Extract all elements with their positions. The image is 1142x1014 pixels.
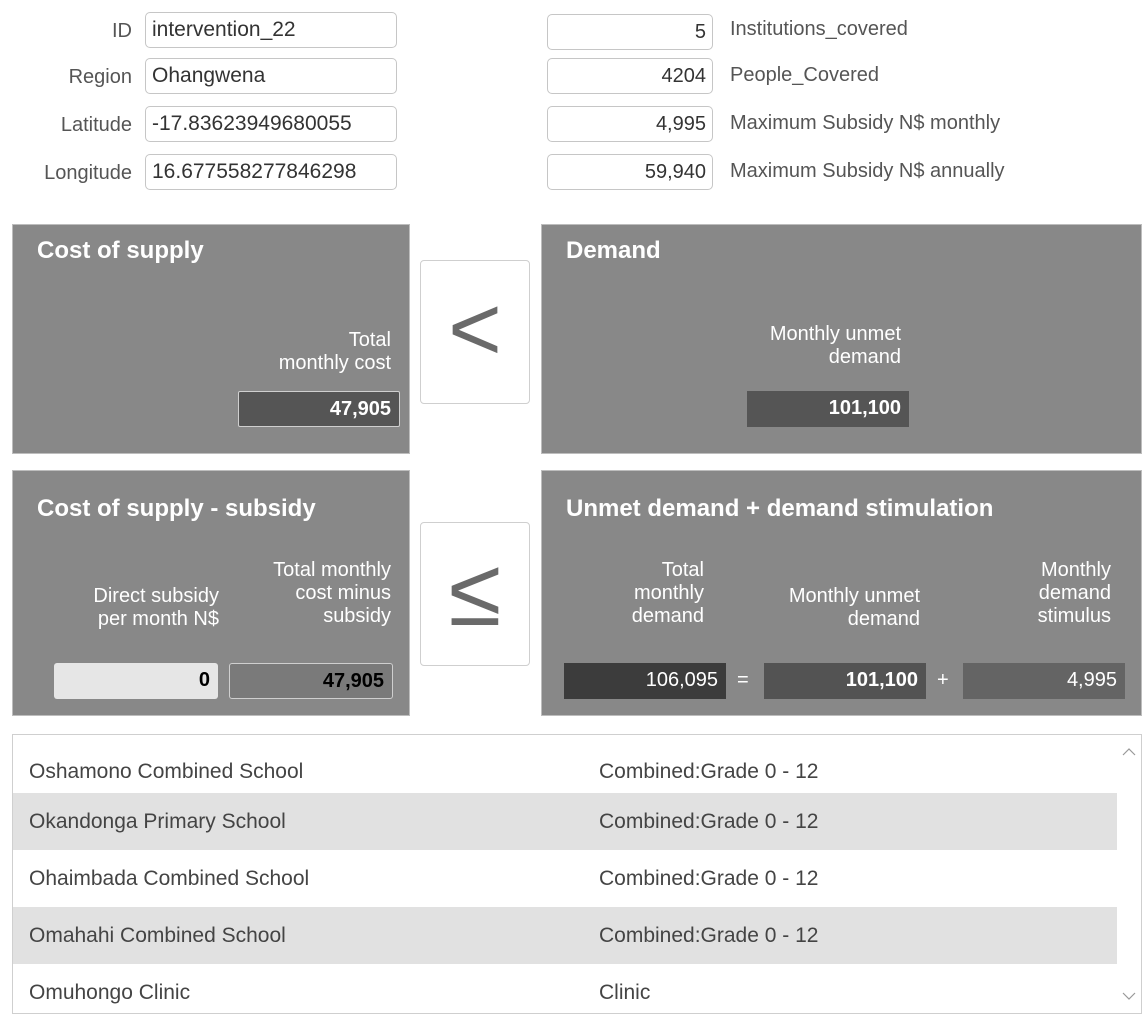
- subsidy-monthly-field[interactable]: 4,995: [547, 106, 713, 142]
- total-monthly-demand-value: 106,095: [564, 663, 726, 699]
- monthly-unmet-demand-label: Monthly unmet demand: [769, 323, 901, 368]
- institutions-covered-field[interactable]: 5: [547, 14, 713, 50]
- institution-type: Combined:Grade 0 - 12: [599, 867, 819, 890]
- monthly-unmet-demand-label: Monthly unmet demand: [788, 585, 920, 630]
- subsidy-monthly-label: Maximum Subsidy N$ monthly: [730, 112, 1001, 134]
- total-monthly-demand-label: Total monthly demand: [631, 559, 704, 627]
- panel-title: Cost of supply - subsidy: [37, 495, 316, 522]
- longitude-field[interactable]: 16.677558277846298: [145, 154, 397, 190]
- id-field[interactable]: intervention_22: [145, 12, 397, 48]
- demand-stimulation-panel: Unmet demand + demand stimulation Total …: [541, 470, 1142, 716]
- monthly-demand-stimulus-label: Monthly demand stimulus: [1037, 559, 1111, 627]
- institutions-table[interactable]: Oshamono Combined School Combined:Grade …: [12, 734, 1142, 1014]
- monthly-unmet-demand-value: 101,100: [747, 391, 909, 427]
- total-monthly-cost-label: Total monthly cost: [278, 329, 391, 374]
- table-row[interactable]: Oshamono Combined School Combined:Grade …: [13, 743, 1118, 800]
- people-covered-label: People_Covered: [730, 64, 879, 86]
- latitude-label: Latitude: [60, 114, 132, 136]
- table-row[interactable]: Ohaimbada Combined School Combined:Grade…: [13, 850, 1118, 907]
- less-than-symbol: <: [448, 278, 502, 380]
- cost-minus-subsidy-panel: Cost of supply - subsidy Direct subsidy …: [12, 470, 410, 716]
- institution-name: Oshamono Combined School: [29, 760, 304, 783]
- demand-panel: Demand Monthly unmet demand 101,100: [541, 224, 1142, 454]
- people-covered-field[interactable]: 4204: [547, 58, 713, 94]
- institution-name: Ohaimbada Combined School: [29, 867, 310, 890]
- region-field[interactable]: Ohangwena: [145, 58, 397, 94]
- table-scrollbar[interactable]: [1117, 735, 1141, 1013]
- plus-sign: +: [937, 669, 949, 691]
- id-label: ID: [112, 20, 132, 42]
- monthly-unmet-demand-value: 101,100: [764, 663, 926, 699]
- institution-type: Combined:Grade 0 - 12: [599, 810, 819, 833]
- region-label: Region: [68, 66, 132, 88]
- institution-type: Combined:Grade 0 - 12: [599, 760, 819, 783]
- cost-minus-subsidy-label: Total monthly cost minus subsidy: [273, 559, 391, 627]
- total-monthly-cost-value: 47,905: [238, 391, 400, 427]
- table-row[interactable]: Okandonga Primary School Combined:Grade …: [13, 793, 1118, 850]
- table-row[interactable]: Omuhongo Clinic Clinic: [13, 964, 1118, 1013]
- direct-subsidy-label: Direct subsidy per month N$: [93, 585, 219, 630]
- panel-title: Unmet demand + demand stimulation: [566, 495, 994, 522]
- cost-of-supply-panel: Cost of supply Total monthly cost 47,905: [12, 224, 410, 454]
- subsidy-annual-label: Maximum Subsidy N$ annually: [730, 160, 1005, 182]
- chevron-up-icon[interactable]: [1122, 747, 1136, 757]
- longitude-label: Longitude: [44, 162, 132, 184]
- institution-name: Omuhongo Clinic: [29, 981, 191, 1004]
- chevron-down-icon[interactable]: [1122, 991, 1136, 1001]
- panel-title: Cost of supply: [37, 237, 204, 264]
- table-row[interactable]: Omahahi Combined School Combined:Grade 0…: [13, 907, 1118, 964]
- cost-minus-subsidy-value: 47,905: [229, 663, 393, 699]
- panel-title: Demand: [566, 237, 661, 264]
- institution-type: Combined:Grade 0 - 12: [599, 924, 819, 947]
- institution-name: Omahahi Combined School: [29, 924, 286, 947]
- monthly-demand-stimulus-value: 4,995: [963, 663, 1125, 699]
- less-than-indicator: <: [420, 260, 530, 404]
- less-or-equal-indicator: ≤: [420, 522, 530, 666]
- equals-sign: =: [737, 669, 749, 691]
- less-or-equal-symbol: ≤: [448, 539, 502, 646]
- institution-type: Clinic: [599, 981, 651, 1004]
- subsidy-annual-field[interactable]: 59,940: [547, 154, 713, 190]
- institution-name: Okandonga Primary School: [29, 810, 286, 833]
- latitude-field[interactable]: -17.83623949680055: [145, 106, 397, 142]
- institutions-covered-label: Institutions_covered: [730, 18, 908, 40]
- direct-subsidy-input[interactable]: 0: [54, 663, 218, 699]
